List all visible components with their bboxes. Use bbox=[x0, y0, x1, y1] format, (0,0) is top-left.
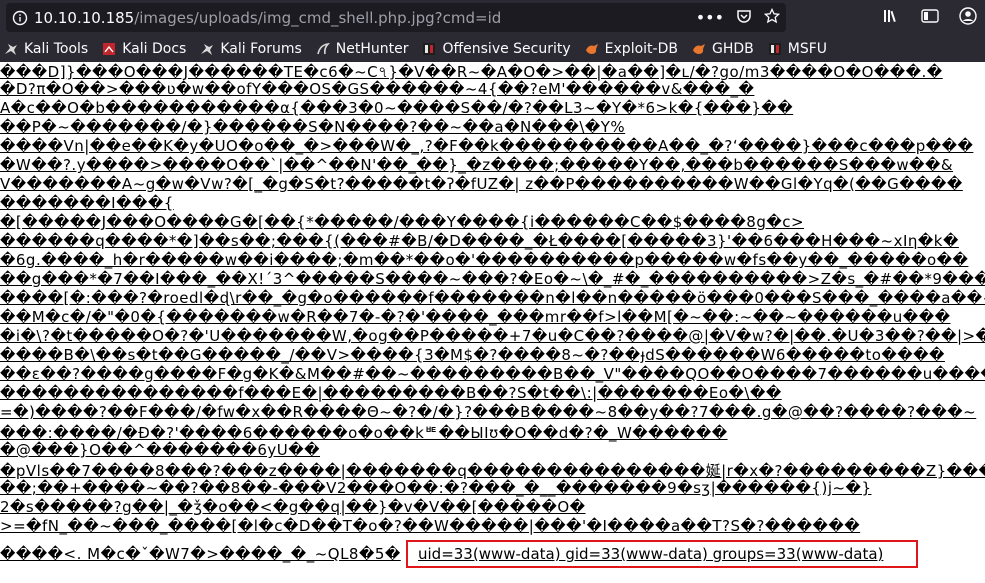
site-info-icon[interactable] bbox=[6, 10, 34, 26]
sidebar-icon[interactable] bbox=[921, 8, 939, 28]
garbled-text-line: ���D]}���O���J������TE�c6�~C৭}�V��R~�A�O… bbox=[0, 63, 943, 81]
garbled-text-line: ����B�\��s�t��G�����_/��V>����{3�M$�?���… bbox=[0, 346, 945, 364]
garbled-text-line: ����Vn|��e��K�y�UO�o��_�>���W�_,?�F��k��… bbox=[0, 137, 974, 155]
bookmark-label: Kali Tools bbox=[24, 40, 89, 57]
bookmark-label: Kali Forums bbox=[220, 40, 302, 57]
garbled-text-line: ��ε��?����g����F�g�K�&M��#��~���������B�… bbox=[0, 365, 985, 383]
address-url[interactable]: 10.10.10.185/images/uploads/img_cmd_shel… bbox=[34, 9, 501, 27]
bookmark-kali-forums[interactable]: Kali Forums bbox=[200, 40, 302, 57]
garbled-text-line: �6g.����_h�r�����w��i����;�m��*��o�'����… bbox=[0, 251, 969, 269]
bookmark-label: GHDB bbox=[711, 40, 754, 57]
garbled-text-line: �W��?.y����>����O��`|��^��N'��_��}_�z���… bbox=[0, 156, 954, 174]
bookmark-ghdb[interactable]: GHDB bbox=[692, 41, 754, 57]
garbled-text-line: �pVls��7����8���?���z����|�������q������… bbox=[0, 462, 985, 480]
bookmark-kali-tools[interactable]: Kali Tools bbox=[4, 41, 88, 57]
pocket-icon[interactable] bbox=[736, 8, 752, 28]
address-bar[interactable]: 10.10.10.185/images/uploads/img_cmd_shel… bbox=[6, 3, 786, 32]
bookmark-exploit-db[interactable]: Exploit-DB bbox=[585, 41, 678, 57]
garbled-text-line: �[�����J���O����G�[��{*�����/���Y����{i�… bbox=[0, 213, 805, 231]
address-actions: ••• bbox=[696, 3, 781, 32]
bookmark-label: Kali Docs bbox=[122, 40, 187, 57]
library-icon[interactable] bbox=[883, 8, 901, 28]
command-output: uid=33(www-data) gid=33(www-data) groups… bbox=[418, 545, 884, 563]
bookmark-offensive-security[interactable]: Offensive Security bbox=[422, 40, 571, 57]
garbled-text-line: >=�fN_��~���_����[�l�c�D��T�o�?��W�����|… bbox=[0, 517, 861, 535]
nethunter-icon bbox=[316, 42, 330, 54]
offsec-icon bbox=[768, 42, 781, 55]
garbled-text-line: ���:����/�Đ�?'����6������o�o��kᄩ��ЫIʊ�O�… bbox=[0, 424, 728, 442]
browser-toolbar: 10.10.10.185/images/uploads/img_cmd_shel… bbox=[0, 0, 985, 35]
garbled-text-line: ����[�:���?�roedl�ɖ\r��_�g�o������f�����… bbox=[0, 289, 985, 307]
url-path: /images/uploads/img_cmd_shell.php.jpg?cm… bbox=[134, 8, 502, 27]
kali-dragon-icon bbox=[5, 43, 17, 55]
garbled-text-line: ������q����*�]��s��;���{(���#�B/�D����_�… bbox=[0, 232, 959, 250]
garbled-text-line: =�)����?��F���/�fw�x��R����Θ~�?�/�}?���B… bbox=[0, 403, 977, 421]
garbled-text-line: ��P�~�������/�}������S�N����?��~��a�N���… bbox=[0, 118, 626, 136]
garbled-text-line: ����<. M�c�ˇ�W7�>����_�_~QL8�5� bbox=[0, 545, 401, 563]
account-icon[interactable] bbox=[959, 6, 977, 29]
garbled-text-line: ���������������f���E�|���������B��?S�t��… bbox=[0, 384, 782, 402]
page-content: ���D]}���O���J������TE�c6�~C৭}�V��R~�A�O… bbox=[0, 62, 985, 583]
page-actions-icon[interactable]: ••• bbox=[696, 8, 724, 27]
garbled-text-line: 2�s�����?g��|_�ǯ�o��<�g��q|��}�v�V��[���… bbox=[0, 498, 586, 516]
bookmark-label: NetHunter bbox=[335, 40, 409, 57]
garbled-text-line: ��g���*�7��I���_��X!´3^�����S����~���?�E… bbox=[0, 270, 985, 288]
bookmark-label: MSFU bbox=[787, 40, 827, 57]
garbled-text-line: ��;��+����~��?��8��-���V2���O��:�?���_�_… bbox=[0, 479, 872, 497]
kali-docs-icon bbox=[103, 42, 116, 55]
bookmark-nethunter[interactable]: NetHunter bbox=[316, 40, 409, 57]
garbled-text-line: �@���}O��^�������6yU�� bbox=[0, 441, 321, 459]
garbled-text-line: A�c��O�b�����������α{���3�0~����S��/�?��… bbox=[0, 99, 794, 117]
garbled-text-line: �i�\?�t�����O�?�'U�������W,�og��P�����+7… bbox=[0, 327, 985, 345]
garbled-text-line: ��M�c�/�"�0�{�������w�R��7�-�?�'����_���… bbox=[0, 308, 951, 326]
exploitdb-icon bbox=[585, 43, 598, 54]
garbled-text-line: �������I���{ bbox=[0, 194, 174, 212]
toolbar-right-icons bbox=[883, 3, 977, 32]
bookmark-msfu[interactable]: MSFU bbox=[768, 41, 827, 57]
offsec-icon bbox=[423, 42, 436, 55]
url-host: 10.10.10.185 bbox=[34, 8, 135, 27]
kali-dragon-icon bbox=[201, 43, 214, 55]
bookmarks-toolbar: Kali Tools Kali Docs Kali Forums NetHunt… bbox=[0, 35, 985, 62]
bookmark-label: Offensive Security bbox=[442, 40, 571, 57]
bookmark-kali-docs[interactable]: Kali Docs bbox=[102, 41, 186, 57]
bookmark-label: Exploit-DB bbox=[604, 40, 678, 57]
garbled-text-line: V�������A~g�w�Vw?�[_�g�S�t?�����t�ʔ�fUZ�… bbox=[0, 175, 963, 193]
bookmark-star-icon[interactable] bbox=[763, 7, 781, 28]
garbled-text-line: �D?π�O��>���ʋ�w��ofY���OS�GS������~4{��?… bbox=[0, 80, 755, 98]
exploitdb-icon bbox=[692, 43, 705, 54]
